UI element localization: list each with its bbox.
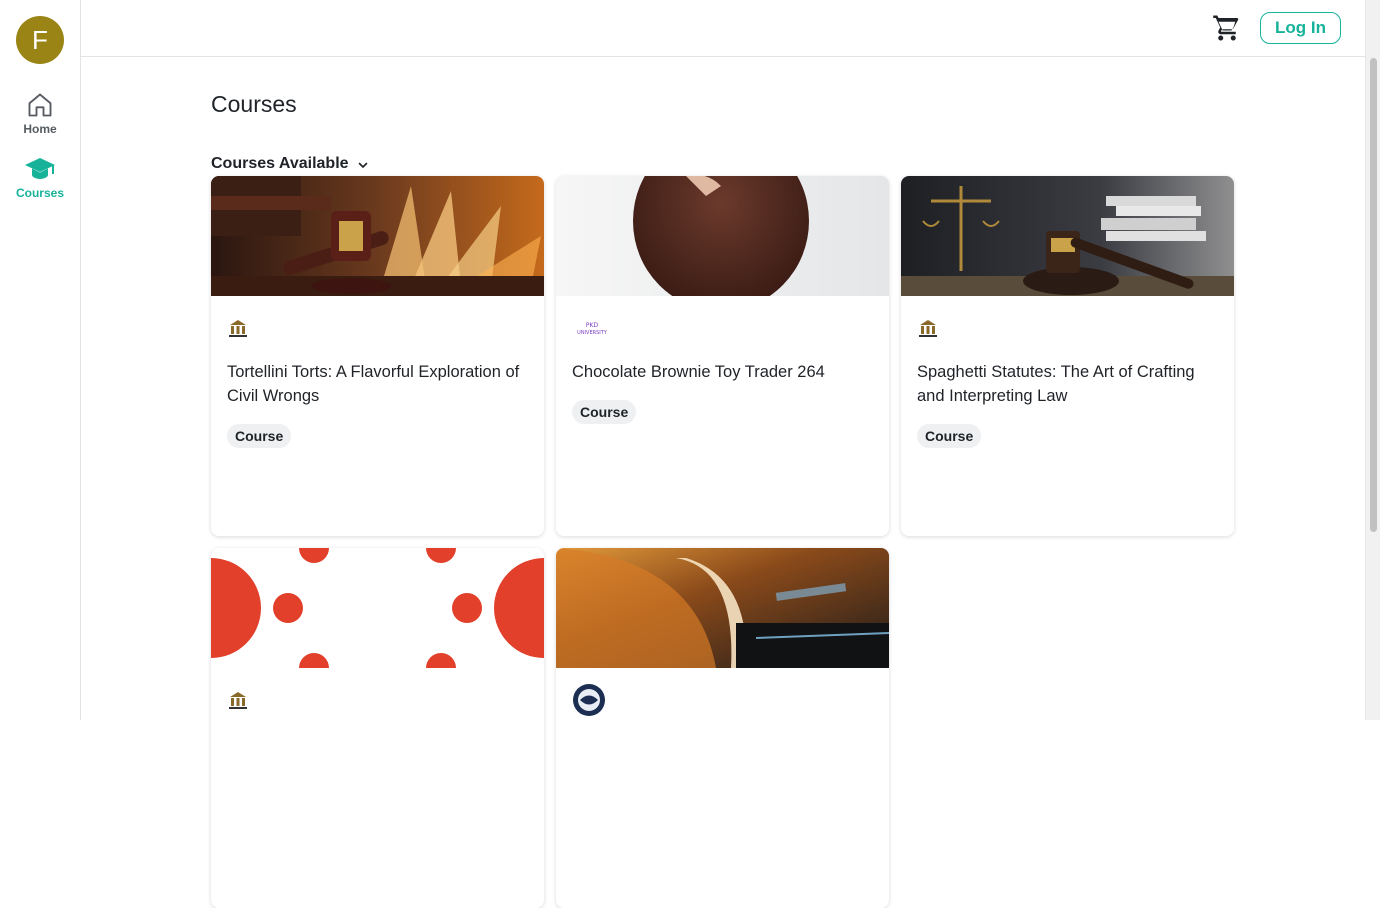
course-image — [211, 548, 544, 668]
avatar[interactable]: F — [16, 16, 64, 64]
scrollbar[interactable] — [1365, 0, 1380, 720]
page-title: Courses — [211, 91, 297, 117]
law-firm-logo — [227, 312, 249, 344]
law-firm-logo — [227, 684, 249, 716]
login-button[interactable]: Log In — [1260, 12, 1341, 44]
cart-button[interactable] — [1212, 13, 1242, 43]
globe-emblem-logo — [572, 684, 606, 716]
sidebar-item-courses[interactable]: Courses — [0, 155, 80, 200]
course-image — [556, 548, 889, 668]
course-card[interactable]: Tortellini Torts: A Flavorful Exploratio… — [211, 176, 544, 536]
filter-label: Courses Available — [211, 155, 349, 172]
course-card[interactable] — [556, 548, 889, 908]
cart-icon — [1213, 15, 1239, 41]
graduation-cap-icon — [25, 158, 55, 179]
sidebar-item-label: Home — [23, 122, 57, 136]
course-card[interactable]: Spaghetti Statutes: The Art of Crafting … — [901, 176, 1234, 536]
scrollbar-thumb[interactable] — [1370, 58, 1377, 532]
course-type-badge: Course — [572, 400, 637, 424]
sidebar-item-label: Courses — [15, 186, 65, 200]
course-card[interactable]: PKD UNIVERSITY Chocolate Brownie Toy Trad… — [556, 176, 889, 536]
course-title: Spaghetti Statutes: The Art of Crafting … — [917, 363, 1195, 405]
course-title: Tortellini Torts: A Flavorful Exploratio… — [227, 363, 520, 405]
svg-text:PKD: PKD — [586, 322, 599, 329]
course-card[interactable] — [211, 548, 544, 908]
courses-filter-dropdown[interactable]: Courses Available — [211, 155, 369, 173]
course-image — [211, 176, 544, 296]
law-firm-logo — [917, 312, 939, 344]
svg-text:UNIVERSITY: UNIVERSITY — [577, 330, 608, 336]
course-image — [901, 176, 1234, 296]
course-type-badge: Course — [227, 424, 292, 448]
university-logo: PKD UNIVERSITY — [572, 312, 612, 344]
top-bar — [81, 0, 1365, 57]
sidebar-item-home[interactable]: Home — [0, 91, 80, 136]
sidebar: F Home Courses — [0, 0, 81, 720]
home-icon — [28, 93, 52, 117]
course-image — [556, 176, 889, 296]
course-title: Chocolate Brownie Toy Trader 264 — [572, 363, 825, 381]
chevron-down-icon — [358, 162, 367, 168]
course-type-badge: Course — [917, 424, 982, 448]
